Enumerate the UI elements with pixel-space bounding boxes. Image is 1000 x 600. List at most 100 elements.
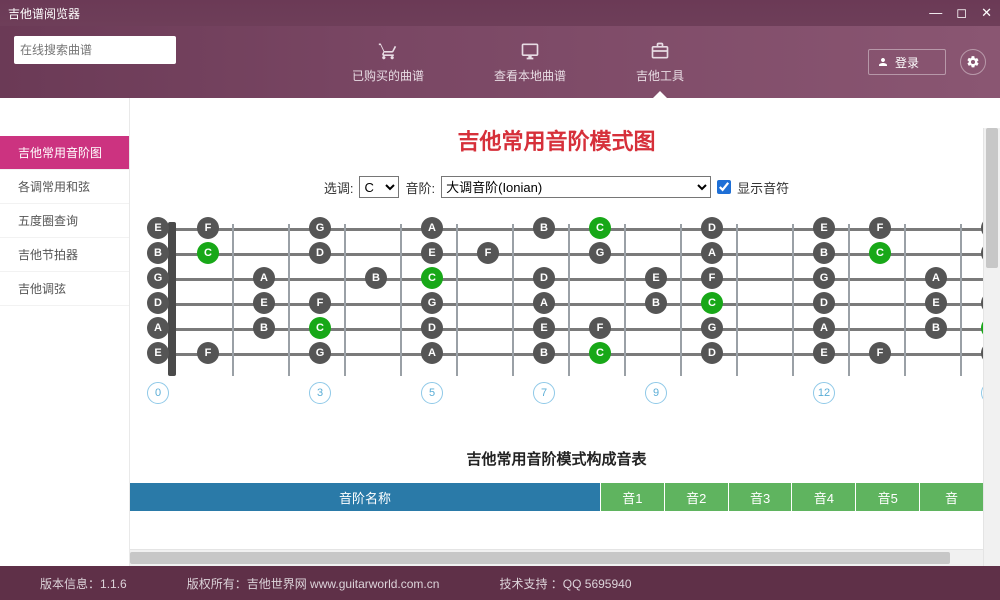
scale-label: 音阶:	[405, 178, 435, 197]
fret-note: E	[645, 267, 667, 289]
content: 吉他常用音阶模式图 选调: C 音阶: 大调音阶(Ionian) 显示音符 EB…	[130, 98, 1000, 566]
fret-note: C	[869, 242, 891, 264]
fret-note: B	[365, 267, 387, 289]
nav-label: 已购买的曲谱	[352, 67, 424, 84]
fret-note: F	[197, 217, 219, 239]
open-note: E	[147, 342, 169, 364]
fret-note: F	[197, 342, 219, 364]
th-cell: 音3	[728, 483, 792, 511]
open-note: B	[147, 242, 169, 264]
window-title: 吉他谱阅览器	[8, 5, 929, 22]
fret-note: E	[421, 242, 443, 264]
settings-button[interactable]	[960, 49, 986, 75]
fret-note: C	[197, 242, 219, 264]
sidebar-item[interactable]: 五度圈查询	[0, 204, 129, 238]
fret-marker: 9	[645, 382, 667, 404]
sidebar-item[interactable]: 吉他节拍器	[0, 238, 129, 272]
fret-note: B	[533, 342, 555, 364]
user-icon	[877, 56, 889, 68]
show-notes-label: 显示音符	[737, 178, 789, 197]
fret-note: E	[253, 292, 275, 314]
scrollbar-horizontal[interactable]	[130, 549, 983, 566]
open-note: D	[147, 292, 169, 314]
fret-note: B	[253, 317, 275, 339]
fret-note: B	[813, 242, 835, 264]
page: 吉他常用音阶模式图 选调: C 音阶: 大调音阶(Ionian) 显示音符 EB…	[130, 98, 983, 511]
sidebar: 吉他常用音阶图各调常用和弦五度圈查询吉他节拍器吉他调弦	[0, 98, 130, 566]
monitor-icon	[519, 41, 541, 61]
fret-note: A	[421, 342, 443, 364]
fret-note: D	[421, 317, 443, 339]
close-button[interactable]: ✕	[981, 5, 992, 21]
th-scale-name: 音阶名称	[130, 483, 600, 511]
fret-marker: 5	[421, 382, 443, 404]
nav-local[interactable]: 查看本地曲谱	[488, 26, 572, 98]
titlebar: 吉他谱阅览器 — ◻ ✕	[0, 0, 1000, 26]
minimize-button[interactable]: —	[929, 5, 942, 21]
fret-note: F	[477, 242, 499, 264]
sidebar-item[interactable]: 吉他调弦	[0, 272, 129, 306]
fret-note: G	[421, 292, 443, 314]
open-note: E	[147, 217, 169, 239]
fret-note: D	[701, 217, 723, 239]
fret-note: F	[589, 317, 611, 339]
nav-purchased[interactable]: 已购买的曲谱	[346, 26, 430, 98]
show-notes-checkbox[interactable]	[717, 180, 731, 194]
window-controls: — ◻ ✕	[929, 5, 992, 21]
toolbox-icon	[649, 41, 671, 61]
fret-note: A	[813, 317, 835, 339]
fret-note: C	[421, 267, 443, 289]
fret-note: C	[589, 217, 611, 239]
fret-note: F	[869, 342, 891, 364]
fret-note: D	[813, 292, 835, 314]
fret-note: A	[925, 267, 947, 289]
sidebar-item[interactable]: 吉他常用音阶图	[0, 136, 129, 170]
th-cell: 音	[919, 483, 983, 511]
fret-note: D	[701, 342, 723, 364]
version-info: 版本信息：1.1.6	[40, 575, 127, 592]
fret-note: E	[813, 217, 835, 239]
fret-note: A	[421, 217, 443, 239]
th-cell: 音2	[664, 483, 728, 511]
fret-note: G	[309, 217, 331, 239]
search-input[interactable]	[20, 43, 175, 57]
open-note: G	[147, 267, 169, 289]
th-notes: 音1音2音3音4音5音	[600, 483, 983, 511]
fret-note: G	[309, 342, 331, 364]
sidebar-item[interactable]: 各调常用和弦	[0, 170, 129, 204]
th-cell: 音4	[791, 483, 855, 511]
page-title: 吉他常用音阶模式图	[130, 124, 983, 156]
nav-label: 吉他工具	[636, 67, 684, 84]
header-right: 登录	[868, 49, 986, 75]
fret-note: E	[925, 292, 947, 314]
login-label: 登录	[895, 54, 919, 71]
fret-note: E	[533, 317, 555, 339]
fret-note: A	[533, 292, 555, 314]
maximize-button[interactable]: ◻	[956, 5, 967, 21]
fret-note: D	[309, 242, 331, 264]
fret-note: A	[701, 242, 723, 264]
scroll-thumb[interactable]	[130, 552, 950, 564]
cart-icon	[377, 41, 399, 61]
body: 吉他常用音阶图各调常用和弦五度圈查询吉他节拍器吉他调弦 吉他常用音阶模式图 选调…	[0, 98, 1000, 566]
scale-select[interactable]: 大调音阶(Ionian)	[441, 176, 711, 198]
scale-controls: 选调: C 音阶: 大调音阶(Ionian) 显示音符	[130, 176, 983, 198]
key-label: 选调:	[324, 178, 354, 197]
scroll-thumb[interactable]	[986, 128, 998, 268]
fret-note: D	[533, 267, 555, 289]
search-box[interactable]	[14, 36, 176, 64]
nav-tools[interactable]: 吉他工具	[630, 26, 690, 98]
open-note: A	[147, 317, 169, 339]
fret-marker: 7	[533, 382, 555, 404]
fret-note: A	[253, 267, 275, 289]
copyright: 版权所有：吉他世界网 www.guitarworld.com.cn	[187, 575, 440, 592]
th-cell: 音1	[600, 483, 664, 511]
login-button[interactable]: 登录	[868, 49, 946, 75]
top-nav: 已购买的曲谱 查看本地曲谱 吉他工具	[346, 26, 690, 98]
fret-note: G	[589, 242, 611, 264]
fret-note: F	[869, 217, 891, 239]
table-header: 音阶名称 音1音2音3音4音5音	[130, 483, 983, 511]
key-select[interactable]: C	[359, 176, 399, 198]
fret-note: B	[533, 217, 555, 239]
scrollbar-vertical[interactable]	[983, 128, 1000, 566]
